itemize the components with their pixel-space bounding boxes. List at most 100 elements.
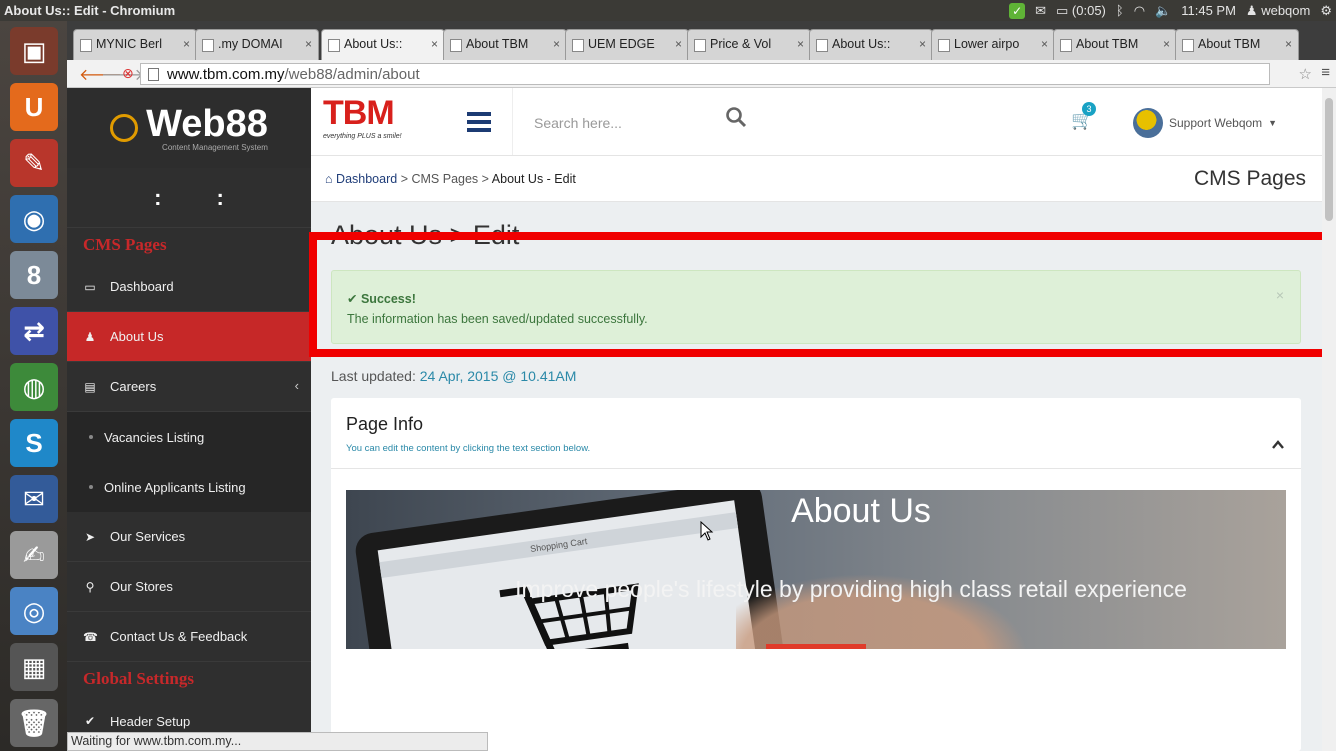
- stop-icon[interactable]: ⊗: [122, 65, 134, 82]
- workspace-icon[interactable]: ▦: [10, 643, 58, 691]
- tab-label: About Us::: [344, 37, 403, 51]
- panel-title: Page Info: [346, 414, 424, 434]
- browser-menu-icon[interactable]: ≡: [1321, 64, 1330, 81]
- web88-logo[interactable]: Web88 Content Management System: [67, 88, 311, 168]
- page-info-panel: Page Info You can edit the content by cl…: [331, 398, 1301, 751]
- panel-hint: You can edit the content by clicking the…: [346, 443, 591, 454]
- laptop-icon: ▭: [84, 279, 96, 294]
- tab-close-icon[interactable]: ×: [1163, 37, 1170, 51]
- files-icon[interactable]: ▣: [10, 27, 58, 75]
- tab-close-icon[interactable]: ×: [305, 37, 312, 51]
- last-updated-label: Last updated:: [331, 368, 416, 384]
- user-menu[interactable]: ♟ webqom: [1246, 3, 1310, 19]
- alert-close-icon[interactable]: ×: [1276, 285, 1284, 305]
- sidebar-item-applicants[interactable]: Online Applicants Listing: [67, 462, 311, 512]
- hand-image: [736, 560, 1056, 649]
- search-icon[interactable]: [725, 106, 747, 128]
- chevron-up-icon[interactable]: [1271, 438, 1285, 452]
- dots-right: :: [216, 184, 224, 210]
- alert-message: The information has been saved/updated s…: [347, 312, 648, 326]
- briefcase-icon: ▤: [84, 379, 96, 394]
- breadcrumb-dashboard[interactable]: ⌂ Dashboard: [325, 172, 397, 186]
- banner-button[interactable]: [766, 644, 866, 649]
- trash-icon[interactable]: 🗑: [10, 699, 58, 747]
- tab-close-icon[interactable]: ×: [797, 37, 804, 51]
- search-input[interactable]: Search here...: [512, 88, 752, 155]
- breadcrumb-bar: ⌂ Dashboard > CMS Pages > About Us - Edi…: [311, 156, 1322, 202]
- bookmark-star-icon[interactable]: ☆: [1299, 65, 1312, 83]
- banner-subtitle[interactable]: Improve people's lifestyle by providing …: [346, 576, 1286, 603]
- tab-close-icon[interactable]: ×: [183, 37, 190, 51]
- tab-my-domain[interactable]: .my DOMAI ×: [195, 29, 319, 60]
- page-scrollbar[interactable]: [1322, 88, 1336, 751]
- wifi-icon[interactable]: ◠: [1134, 3, 1145, 19]
- main-content: About Us > Edit ✔ Success! The informati…: [311, 202, 1322, 751]
- clock[interactable]: 11:45 PM: [1181, 3, 1236, 18]
- battery-time: (0:05): [1071, 2, 1106, 18]
- lifebuoy-icon[interactable]: 8: [10, 251, 58, 299]
- logo-brand: Web88: [146, 102, 268, 145]
- tab-price-volume[interactable]: Price & Vol ×: [687, 29, 811, 60]
- banner-title[interactable]: About Us: [346, 492, 1286, 531]
- skype-icon[interactable]: S: [10, 419, 58, 467]
- page-icon: [450, 39, 462, 52]
- tab-mynic[interactable]: MYNIC Berl ×: [73, 29, 197, 60]
- volume-icon[interactable]: 🔈: [1155, 3, 1171, 19]
- scroll-thumb[interactable]: [1325, 98, 1333, 221]
- tab-label: MYNIC Berl: [96, 37, 162, 51]
- breadcrumb-current: About Us - Edit: [491, 172, 576, 186]
- sidebar-item-contact[interactable]: ☎ Contact Us & Feedback: [67, 612, 311, 662]
- tab-about-tbm-2[interactable]: About TBM ×: [1053, 29, 1177, 60]
- network-icon[interactable]: ⇄: [10, 307, 58, 355]
- about-banner[interactable]: Shopping Cart About Us Improve people's: [346, 490, 1286, 649]
- mail-icon[interactable]: ✉: [10, 475, 58, 523]
- tab-label: Lower airpo: [954, 37, 1020, 51]
- hamburger-menu-icon[interactable]: [467, 112, 491, 136]
- ubuntu-one-icon[interactable]: U: [10, 83, 58, 131]
- thunderbird-icon[interactable]: ◉: [10, 195, 58, 243]
- address-bar[interactable]: www.tbm.com.my/web88/admin/about: [140, 63, 1270, 85]
- sidebar-item-label: Careers: [110, 379, 157, 394]
- section-global-settings: Global Settings: [83, 669, 194, 688]
- tbm-logo[interactable]: TBM everything PLUS a smile!: [323, 94, 402, 140]
- update-check-icon[interactable]: ✓: [1009, 2, 1026, 19]
- tab-close-icon[interactable]: ×: [675, 37, 682, 51]
- tab-close-icon[interactable]: ×: [1041, 37, 1048, 51]
- tab-close-icon[interactable]: ×: [553, 37, 560, 51]
- sidebar-item-vacancies[interactable]: Vacancies Listing: [67, 412, 311, 462]
- sidebar-item-label: Our Services: [110, 529, 186, 544]
- check-circle-icon: ✔: [84, 714, 96, 728]
- tab-lower-airport[interactable]: Lower airpo ×: [931, 29, 1055, 60]
- last-updated: Last updated: 24 Apr, 2015 @ 10.41AM: [331, 368, 576, 384]
- session-gear-icon[interactable]: ⚙: [1320, 3, 1332, 19]
- tab-uem-edge[interactable]: UEM EDGE ×: [565, 29, 689, 60]
- text-editor-icon[interactable]: ✍: [10, 531, 58, 579]
- sidebar-item-label: Online Applicants Listing: [104, 479, 246, 495]
- page-icon: [572, 39, 584, 52]
- battery-indicator[interactable]: ▭ (0:05): [1056, 3, 1106, 19]
- page-info-icon[interactable]: [148, 68, 159, 81]
- chromium-icon[interactable]: ◎: [10, 587, 58, 635]
- tab-about-us-2[interactable]: About Us:: ×: [809, 29, 933, 60]
- breadcrumb-cms-pages[interactable]: CMS Pages: [411, 172, 478, 186]
- sidebar-item-careers[interactable]: ▤ Careers ‹: [67, 362, 311, 412]
- sidebar-item-about-us[interactable]: ♟ About Us: [67, 312, 311, 362]
- sidebar-item-stores[interactable]: ⚲ Our Stores: [67, 562, 311, 612]
- tab-close-icon[interactable]: ×: [919, 37, 926, 51]
- window-title: About Us:: Edit - Chromium: [4, 3, 176, 18]
- settings-icon[interactable]: ✎: [10, 139, 58, 187]
- tab-close-icon[interactable]: ×: [1285, 37, 1292, 51]
- user-menu-dropdown[interactable]: Support Webqom ▼: [1133, 108, 1277, 138]
- page-title: About Us > Edit: [331, 220, 520, 250]
- bullet-icon: [89, 485, 93, 489]
- tab-about-tbm-3[interactable]: About TBM ×: [1175, 29, 1299, 60]
- web-icon[interactable]: ◍: [10, 363, 58, 411]
- tab-about-tbm[interactable]: About TBM ×: [443, 29, 567, 60]
- tab-close-icon[interactable]: ×: [431, 37, 438, 51]
- sidebar-item-services[interactable]: ➤ Our Services: [67, 512, 311, 562]
- mail-indicator-icon[interactable]: ✉: [1035, 3, 1046, 19]
- bluetooth-icon[interactable]: ᛒ: [1116, 3, 1124, 18]
- sidebar-item-dashboard[interactable]: ▭ Dashboard: [67, 262, 311, 312]
- alert-title: Success!: [360, 292, 416, 306]
- tab-about-us-active[interactable]: About Us:: ×: [321, 29, 445, 60]
